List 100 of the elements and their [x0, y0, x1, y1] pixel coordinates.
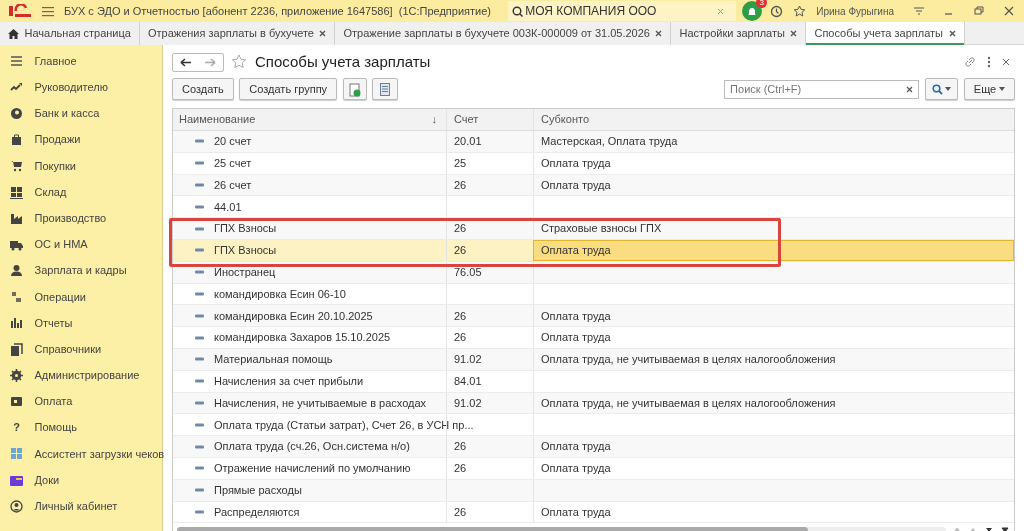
table-row[interactable]: Отражение начислений по умолчанию 26 Оплата труда [173, 457, 1014, 480]
table-cell-text: 26 [454, 243, 467, 259]
sidebar-item[interactable]: ? Помощь [0, 414, 162, 441]
sidebar-item[interactable]: Отчеты [0, 309, 162, 337]
close-icon[interactable] [1003, 5, 1015, 17]
table-cell-text: 20 счет [214, 134, 252, 150]
table-row[interactable]: Прямые расходы [173, 479, 1014, 502]
add-copy-button[interactable] [342, 78, 367, 100]
dash-icon [195, 400, 204, 405]
search-field[interactable]: Поиск (Ctrl+F) [724, 79, 920, 99]
table-cell-text: Страховые взносы ГПХ [541, 221, 662, 237]
table-cell-text: Отражение начислений по умолчанию [214, 461, 411, 477]
sidebar-item[interactable]: Ассистент загрузки чеков [0, 440, 162, 467]
menu-icon [10, 54, 23, 68]
tab[interactable]: Начальная страница [0, 22, 140, 45]
column-header[interactable]: Счет [446, 109, 533, 130]
tab[interactable]: Способы учета зарплаты [806, 22, 965, 45]
menu-icon[interactable] [42, 5, 54, 17]
tab[interactable]: Настройки зарплаты [671, 22, 807, 45]
list-settings-button[interactable] [372, 78, 399, 100]
table-cell-text: 26 [454, 504, 467, 520]
sidebar-item[interactable]: Главное [0, 48, 162, 75]
sidebar-item[interactable]: Операции [0, 283, 162, 310]
star-icon[interactable] [231, 54, 247, 70]
table-cell-text: Распределяются [214, 504, 300, 520]
caret-icon [999, 87, 1005, 91]
company-input[interactable]: МОЯ КОМПАНИЯ ООО [525, 2, 716, 20]
table-row[interactable]: Материальная помощь 91.02 Оплата труда, не учитываемая в целях налогообложения [173, 348, 1014, 371]
sidebar-item[interactable]: Склад [0, 178, 162, 206]
clear-icon[interactable] [906, 85, 914, 93]
link-icon[interactable] [964, 56, 976, 68]
table-cell-text: 91.02 [454, 352, 482, 368]
table-row[interactable]: 26 счет 26 Оплата труда [173, 174, 1014, 197]
bag-icon [10, 133, 23, 147]
table-row[interactable]: 20 счет 20.01 Мастерская, Оплата труда [173, 131, 1014, 153]
history-icon[interactable] [770, 4, 784, 18]
grid-icon [10, 185, 23, 199]
document-add-icon [348, 82, 361, 97]
gear-icon [10, 368, 23, 382]
toolbar-button[interactable]: Создать [172, 78, 234, 100]
toolbar-button[interactable]: Создать группу [239, 78, 338, 100]
sidebar-item[interactable]: Администрирование [0, 362, 162, 389]
sidebar-item[interactable]: Продажи [0, 126, 162, 153]
window-title: БУХ с ЭДО и Отчетностью [абонент 2236, приложение 1647586] (1С:Предприятие) [64, 3, 491, 19]
dash-icon [195, 509, 204, 514]
table-row[interactable]: командировка Захаров 15.10.2025 26 Оплата труда [173, 327, 1014, 349]
table-cell-text: Оплата труда [541, 461, 611, 477]
table-cell-text: ГПХ Взносы [214, 243, 277, 259]
table-row[interactable]: командировка Есин 20.10.2025 26 Оплата труда [173, 305, 1014, 328]
table-cell-text: 25 [454, 155, 467, 171]
tab[interactable]: Отражение зарплаты в бухучете 003К-000009 от 31.05.2026 [335, 22, 672, 45]
close-icon[interactable] [948, 30, 956, 37]
table-row[interactable]: Начисления за счет прибыли 84.01 [173, 370, 1014, 393]
restore-icon[interactable] [973, 5, 985, 17]
form-title: Способы учета зарплаты [255, 51, 431, 72]
sidebar-item[interactable]: Руководителю [0, 74, 162, 101]
sidebar-item[interactable]: Покупки [0, 152, 162, 179]
more-icon[interactable] [987, 56, 991, 68]
sidebar-item[interactable]: Зарплата и кадры [0, 257, 162, 284]
table-cell-text: Начисления, не учитываемые в расходах [214, 395, 427, 411]
dash-icon [195, 335, 204, 340]
close-icon[interactable] [319, 30, 327, 37]
table-cell-text: 26 [454, 461, 467, 477]
table-cell-text: Начисления за счет прибыли [214, 373, 364, 389]
table-cell-text: Оплата труда, не учитываемая в целях налогообложения [541, 395, 836, 411]
table-row[interactable]: ГПХ Взносы 26 Оплата труда [173, 240, 1014, 262]
table-row[interactable]: Начисления, не учитываемые в расходах 91.02 Оплата труда, не учитываемая в целях налогообложения [173, 392, 1014, 415]
more-button[interactable]: Еще [963, 78, 1015, 100]
sidebar-item[interactable]: ОС и НМА [0, 231, 162, 258]
table-cell-text: Оплата труда [541, 155, 611, 171]
table-row[interactable]: Оплата труда (сч.26, Осн.система н/о) 26 Оплата труда [173, 436, 1014, 458]
tab[interactable]: Отражения зарплаты в бухучете [139, 22, 336, 45]
sidebar-item[interactable]: Справочники [0, 336, 162, 363]
table-cell-text: командировка Есин 06-10 [214, 286, 346, 302]
sidebar-item[interactable]: Банк и касса [0, 100, 162, 127]
dash-icon [195, 183, 204, 187]
table-cell-text: командировка Захаров 15.10.2025 [214, 330, 391, 346]
search-icon [931, 83, 943, 95]
close-icon[interactable] [1002, 58, 1010, 66]
table-row[interactable]: 25 счет 25 Оплата труда [173, 152, 1014, 175]
star-icon[interactable] [793, 4, 807, 18]
dash-icon [195, 291, 204, 296]
sidebar-item[interactable]: Личный кабинет [0, 493, 162, 520]
column-header[interactable]: Наименование ↓ [173, 111, 446, 128]
table-cell-text: Оплата труда [541, 504, 611, 520]
search-button[interactable] [924, 78, 959, 100]
sidebar-item[interactable]: Производство [0, 205, 162, 232]
sidebar-item[interactable]: Оплата [0, 388, 162, 415]
close-icon[interactable] [790, 30, 798, 37]
table-cell-text: Оплата труда [541, 177, 611, 193]
table-row[interactable]: Распределяются 26 Оплата труда [173, 501, 1014, 524]
dash-icon [195, 139, 204, 144]
dash-icon [195, 248, 204, 253]
close-icon[interactable] [655, 30, 663, 37]
dash-icon [195, 488, 204, 493]
company-field[interactable]: МОЯ КОМПАНИЯ ООО [508, 1, 737, 21]
column-header[interactable]: Субконто [533, 109, 1014, 130]
table-cell-text: Мастерская, Оплата труда [541, 134, 678, 150]
table-cell-text: Прямые расходы [214, 482, 302, 498]
sidebar-item[interactable]: Доки [0, 467, 162, 494]
